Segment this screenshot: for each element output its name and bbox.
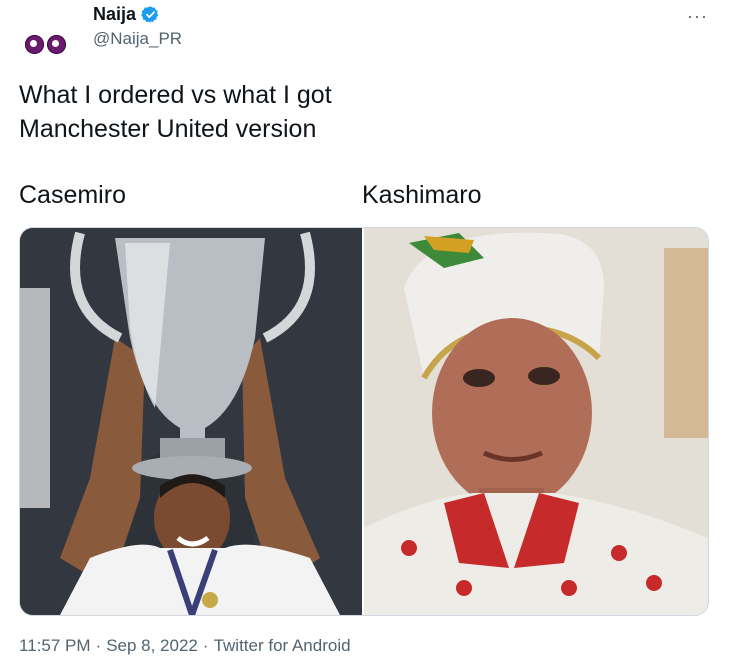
more-options-button[interactable]: ···	[687, 6, 708, 27]
tweet-text-line: What I ordered vs what I got	[19, 81, 332, 109]
tweet-card: Naija @Naija_PR ··· What I ordered vs wh…	[0, 0, 730, 659]
author-display-name[interactable]: Naija	[93, 4, 136, 25]
tweet-media[interactable]	[19, 227, 709, 616]
turban-photo-illustration	[364, 228, 708, 615]
avatar[interactable]	[25, 29, 71, 59]
meta-separator: ·	[202, 636, 209, 655]
tweet-text: What I ordered vs what I got Manchester …	[19, 78, 332, 146]
meta-separator: ·	[95, 636, 102, 655]
photo-man-in-turban[interactable]	[364, 228, 708, 615]
photo-player-with-trophy[interactable]	[20, 228, 362, 615]
tweet-text-line: Manchester United version	[19, 115, 317, 143]
trophy-photo-illustration	[20, 228, 362, 615]
author-name-row: Naija	[93, 4, 160, 25]
tweet-time-link[interactable]: 11:57 PM	[19, 636, 91, 655]
eyes-emoji-icon	[47, 34, 66, 54]
caption-right: Kashimaro	[362, 181, 482, 209]
tweet-date-link[interactable]: Sep 8, 2022	[106, 636, 198, 655]
verified-badge-icon	[141, 5, 160, 24]
author-handle[interactable]: @Naija_PR	[93, 29, 182, 49]
eyes-emoji-icon	[25, 34, 44, 54]
caption-left: Casemiro	[19, 181, 126, 209]
tweet-meta: 11:57 PM · Sep 8, 2022 · Twitter for Android	[19, 636, 351, 656]
tweet-source: Twitter for Android	[213, 636, 351, 655]
